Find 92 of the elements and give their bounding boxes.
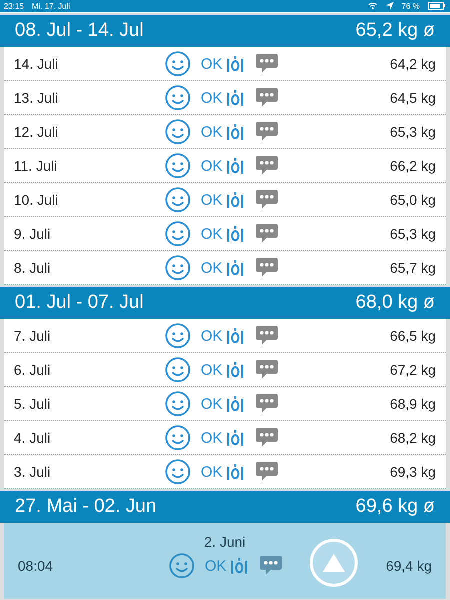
- day-date: 9. Juli: [14, 226, 52, 242]
- weight-value: 65,0 kg: [390, 192, 436, 208]
- status-label: OK: [200, 395, 224, 412]
- comment-icon[interactable]: [255, 461, 279, 482]
- day-date: 10. Juli: [14, 192, 60, 208]
- weight-value: 66,2 kg: [390, 158, 436, 174]
- comment-icon[interactable]: [255, 325, 279, 346]
- status-label: OK: [204, 557, 228, 574]
- day-date: 5. Juli: [14, 396, 52, 412]
- comment-icon[interactable]: [255, 427, 279, 448]
- week-range: 27. Mai - 02. Jun: [15, 496, 157, 518]
- weight-value: 65,3 kg: [390, 226, 436, 242]
- cutlery-icon: [227, 394, 244, 412]
- weight-value: 67,2 kg: [390, 362, 436, 378]
- up-triangle-icon: [322, 553, 346, 573]
- weight-value: 69,3 kg: [390, 464, 436, 480]
- cutlery-icon: [231, 556, 248, 574]
- comment-icon[interactable]: [259, 555, 283, 576]
- cutlery-icon: [227, 224, 244, 242]
- smiley-icon: [165, 186, 191, 212]
- weight-value: 69,4 kg: [386, 558, 432, 574]
- day-date: 6. Juli: [14, 362, 52, 378]
- comment-icon[interactable]: [255, 359, 279, 380]
- weight-value: 68,9 kg: [390, 396, 436, 412]
- cutlery-icon: [227, 88, 244, 106]
- week-average: 69,6 kg ø: [356, 496, 435, 518]
- day-date: 13. Juli: [14, 90, 60, 106]
- smiley-icon: [165, 220, 191, 246]
- cutlery-icon: [227, 122, 244, 140]
- comment-icon[interactable]: [255, 223, 279, 244]
- cutlery-icon: [227, 462, 244, 480]
- smiley-icon: [165, 118, 191, 144]
- smiley-icon: [165, 458, 191, 484]
- status-label: OK: [200, 191, 224, 208]
- cutlery-icon: [227, 428, 244, 446]
- weight-value: 65,7 kg: [390, 260, 436, 276]
- smiley-icon: [165, 322, 191, 348]
- day-date: 14. Juli: [14, 56, 60, 72]
- smiley-icon: [165, 152, 191, 178]
- status-label: OK: [200, 429, 224, 446]
- cutlery-icon: [227, 258, 244, 276]
- comment-icon[interactable]: [255, 53, 279, 74]
- status-label: OK: [200, 463, 224, 480]
- smiley-icon: [165, 356, 191, 382]
- entry-time: 08:04: [18, 558, 54, 574]
- day-heading: 2. Juni: [204, 534, 246, 550]
- day-date: 11. Juli: [14, 158, 58, 174]
- smiley-icon: [169, 552, 195, 578]
- status-label: OK: [200, 259, 224, 276]
- smiley-icon: [165, 50, 191, 76]
- date: Mi. 17. Juli: [32, 2, 70, 10]
- cutlery-icon: [227, 326, 244, 344]
- week-average: 65,2 kg ø: [356, 20, 435, 42]
- comment-icon[interactable]: [255, 155, 279, 176]
- week-header[interactable]: 27. Mai - 02. Jun 69,6 kg ø: [0, 491, 450, 523]
- smiley-icon: [165, 84, 191, 110]
- week-header[interactable]: 01. Jul - 07. Jul 68,0 kg ø: [0, 287, 450, 319]
- clock: 23:15: [4, 2, 24, 10]
- status-label: OK: [200, 89, 224, 106]
- week-header[interactable]: 08. Jul - 14. Jul 65,2 kg ø: [0, 15, 450, 47]
- weight-value: 64,5 kg: [390, 90, 436, 106]
- weight-value: 66,5 kg: [390, 328, 436, 344]
- comment-icon[interactable]: [255, 393, 279, 414]
- day-date: 8. Juli: [14, 260, 52, 276]
- week-average: 68,0 kg ø: [356, 292, 435, 314]
- comment-icon[interactable]: [255, 121, 279, 142]
- weight-value: 68,2 kg: [390, 430, 436, 446]
- comment-icon[interactable]: [255, 189, 279, 210]
- comment-icon[interactable]: [255, 257, 279, 278]
- smiley-icon: [165, 390, 191, 416]
- status-label: OK: [200, 55, 224, 72]
- day-date: 4. Juli: [14, 430, 52, 446]
- comment-icon[interactable]: [255, 87, 279, 108]
- week-range: 08. Jul - 14. Jul: [15, 20, 144, 42]
- week-range: 01. Jul - 07. Jul: [15, 292, 144, 314]
- status-label: OK: [200, 157, 224, 174]
- smiley-icon: [165, 424, 191, 450]
- status-label: OK: [200, 361, 224, 378]
- day-date: 3. Juli: [14, 464, 52, 480]
- status-label: OK: [200, 225, 224, 242]
- smiley-icon: [165, 254, 191, 280]
- cutlery-icon: [227, 360, 244, 378]
- status-label: OK: [200, 327, 224, 344]
- cutlery-icon: [227, 54, 244, 72]
- weight-value: 64,2 kg: [390, 56, 436, 72]
- cutlery-icon: [227, 156, 244, 174]
- weight-value: 65,3 kg: [390, 124, 436, 140]
- cutlery-icon: [227, 190, 244, 208]
- day-date: 12. Juli: [14, 124, 60, 140]
- battery-level: 76 %: [402, 2, 420, 10]
- status-label: OK: [200, 123, 224, 140]
- day-date: 7. Juli: [14, 328, 52, 344]
